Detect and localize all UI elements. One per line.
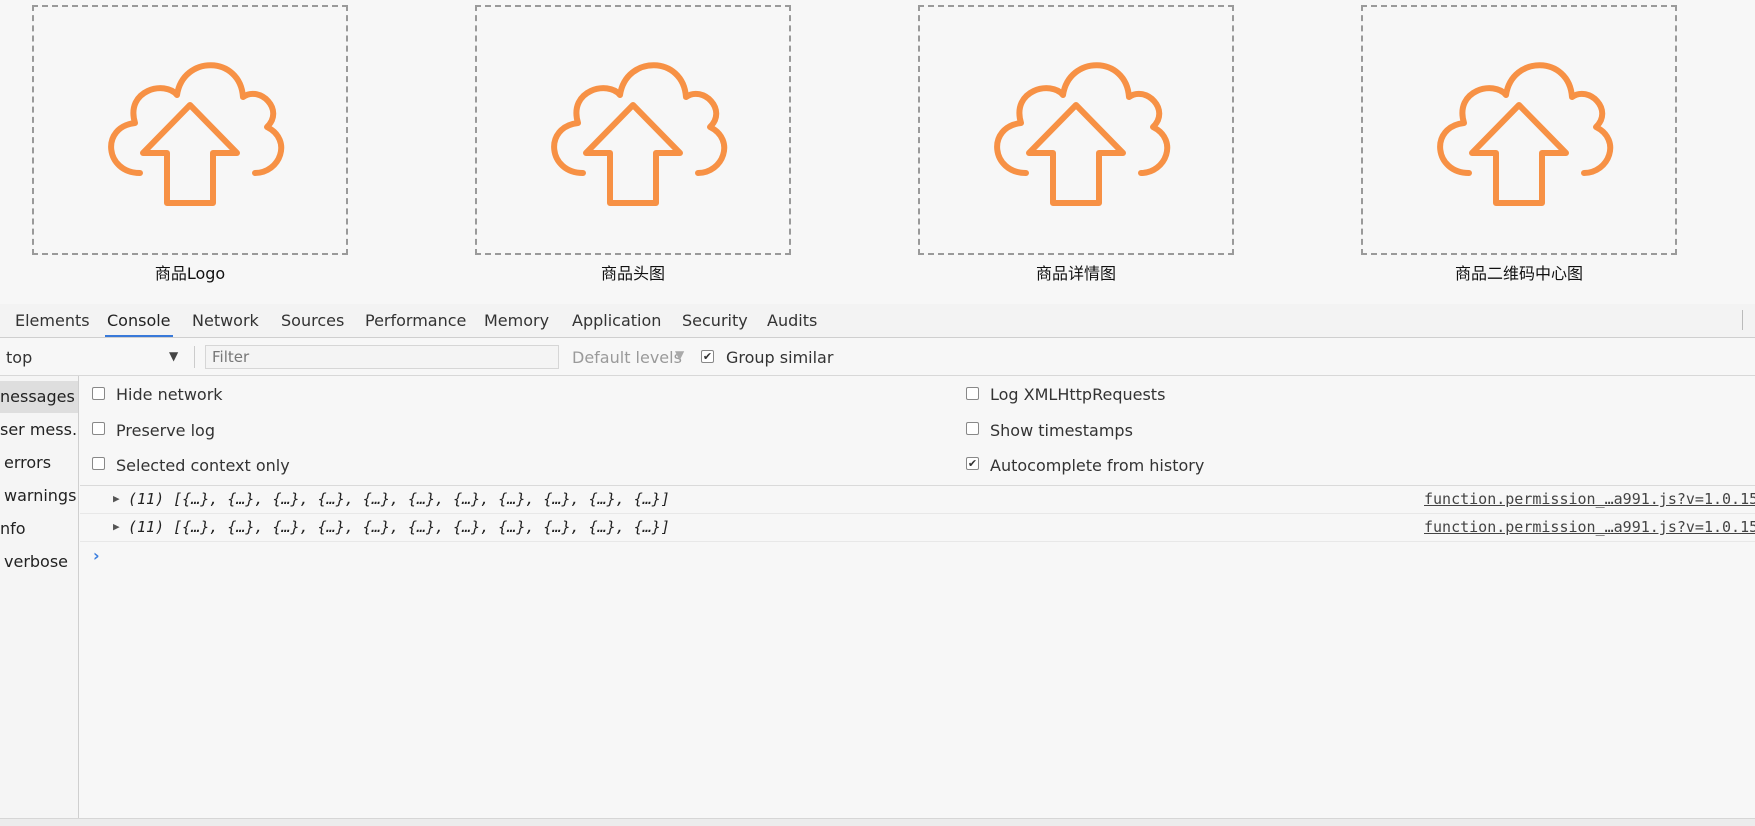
upload-card-detail: 商品详情图 bbox=[918, 5, 1234, 283]
log-source-link[interactable]: function.permission_…a991.js?v=1.0.15 bbox=[1424, 490, 1755, 508]
log-source-link[interactable]: function.permission_…a991.js?v=1.0.15 bbox=[1424, 518, 1755, 536]
autocomplete-checkbox[interactable]: ✔ bbox=[966, 457, 979, 470]
autocomplete-label: Autocomplete from history bbox=[990, 456, 1205, 475]
console-log: ▶ (11) [{…}, {…}, {…}, {…}, {…}, {…}, {…… bbox=[80, 486, 1755, 818]
console-settings: Hide network Preserve log Selected conte… bbox=[80, 376, 1755, 486]
expand-triangle-icon[interactable]: ▶ bbox=[113, 520, 120, 533]
selected-context-label: Selected context only bbox=[116, 456, 290, 475]
hide-network-label: Hide network bbox=[116, 385, 223, 404]
sidebar-item-user-messages[interactable]: ser mess... bbox=[0, 414, 79, 446]
upload-dropzone[interactable] bbox=[32, 5, 348, 255]
upload-label: 商品Logo bbox=[154, 264, 226, 283]
tab-network[interactable]: Network bbox=[190, 304, 261, 337]
levels-dropdown[interactable]: Default levels bbox=[572, 338, 682, 378]
log-entry[interactable]: ▶ (11) [{…}, {…}, {…}, {…}, {…}, {…}, {…… bbox=[80, 486, 1755, 514]
tab-performance[interactable]: Performance bbox=[363, 304, 468, 337]
upload-label: 商品头图 bbox=[600, 264, 665, 283]
sidebar-item-label: nessages bbox=[0, 387, 75, 406]
tab-security[interactable]: Security bbox=[680, 304, 750, 337]
sidebar-item-verbose[interactable]: verbose bbox=[0, 546, 78, 578]
cloud-upload-icon bbox=[994, 62, 1171, 206]
context-selector[interactable]: top bbox=[6, 338, 32, 375]
log-xhr-checkbox[interactable] bbox=[966, 387, 979, 400]
log-xhr-label: Log XMLHttpRequests bbox=[990, 385, 1166, 404]
console-toolbar: top ▼ Default levels ▼ ✔ Group similar bbox=[0, 338, 1755, 376]
upload-dropzone[interactable] bbox=[475, 5, 791, 255]
toolbar-divider bbox=[194, 346, 195, 368]
preserve-log-label: Preserve log bbox=[116, 421, 215, 440]
expand-triangle-icon[interactable]: ▶ bbox=[113, 492, 120, 505]
upload-label: 商品详情图 bbox=[1035, 264, 1116, 283]
console-prompt-icon[interactable]: › bbox=[93, 546, 100, 565]
sidebar-item-info[interactable]: nfo bbox=[0, 513, 78, 545]
group-similar-label: Group similar bbox=[726, 348, 834, 367]
selected-context-checkbox[interactable] bbox=[92, 457, 105, 470]
upload-label: 商品二维码中心图 bbox=[1454, 264, 1583, 283]
show-timestamps-label: Show timestamps bbox=[990, 421, 1133, 440]
tab-memory[interactable]: Memory bbox=[482, 304, 551, 337]
upload-area: 商品Logo 商品头图 商品详情图 商品二维码中心图 bbox=[0, 0, 1755, 304]
devtools-tab-bar: Elements Console Network Sources Perform… bbox=[0, 304, 1755, 338]
upload-card-header: 商品头图 bbox=[475, 5, 791, 283]
tab-console[interactable]: Console bbox=[105, 304, 173, 337]
upload-dropzone[interactable] bbox=[1361, 5, 1677, 255]
dropdown-arrow-icon[interactable]: ▼ bbox=[675, 348, 684, 362]
tab-audits[interactable]: Audits bbox=[765, 304, 819, 337]
cloud-upload-icon bbox=[1437, 62, 1614, 206]
sidebar-item-messages[interactable]: nessages bbox=[0, 381, 78, 413]
sidebar-item-label: errors bbox=[4, 453, 52, 472]
log-entry[interactable]: ▶ (11) [{…}, {…}, {…}, {…}, {…}, {…}, {…… bbox=[80, 514, 1755, 542]
tab-application[interactable]: Application bbox=[570, 304, 663, 337]
bottom-status-bar bbox=[0, 818, 1755, 826]
group-similar-checkbox[interactable]: ✔ bbox=[701, 350, 714, 363]
sidebar-item-errors[interactable]: errors bbox=[0, 447, 78, 479]
dropdown-arrow-icon[interactable]: ▼ bbox=[169, 349, 178, 363]
cloud-upload-icon bbox=[108, 62, 285, 206]
upload-card-qrcode: 商品二维码中心图 bbox=[1361, 5, 1677, 283]
show-timestamps-checkbox[interactable] bbox=[966, 422, 979, 435]
sidebar-item-label: warnings bbox=[4, 486, 77, 505]
preserve-log-checkbox[interactable] bbox=[92, 422, 105, 435]
sidebar-item-warnings[interactable]: warnings bbox=[0, 480, 78, 512]
tab-divider bbox=[1742, 310, 1743, 330]
log-message[interactable]: (11) [{…}, {…}, {…}, {…}, {…}, {…}, {…},… bbox=[128, 490, 670, 508]
filter-input[interactable] bbox=[205, 345, 559, 369]
sidebar-item-label: ser mess... bbox=[0, 420, 79, 439]
upload-dropzone[interactable] bbox=[918, 5, 1234, 255]
sidebar-item-label: verbose bbox=[4, 552, 69, 571]
hide-network-checkbox[interactable] bbox=[92, 387, 105, 400]
upload-card-logo: 商品Logo bbox=[32, 5, 348, 283]
tab-sources[interactable]: Sources bbox=[279, 304, 346, 337]
sidebar-item-label: nfo bbox=[0, 519, 26, 538]
log-message[interactable]: (11) [{…}, {…}, {…}, {…}, {…}, {…}, {…},… bbox=[128, 518, 670, 536]
cloud-upload-icon bbox=[551, 62, 728, 206]
tab-elements[interactable]: Elements bbox=[13, 304, 92, 337]
console-sidebar: nessages ser mess... errors warnings nfo… bbox=[0, 376, 79, 818]
